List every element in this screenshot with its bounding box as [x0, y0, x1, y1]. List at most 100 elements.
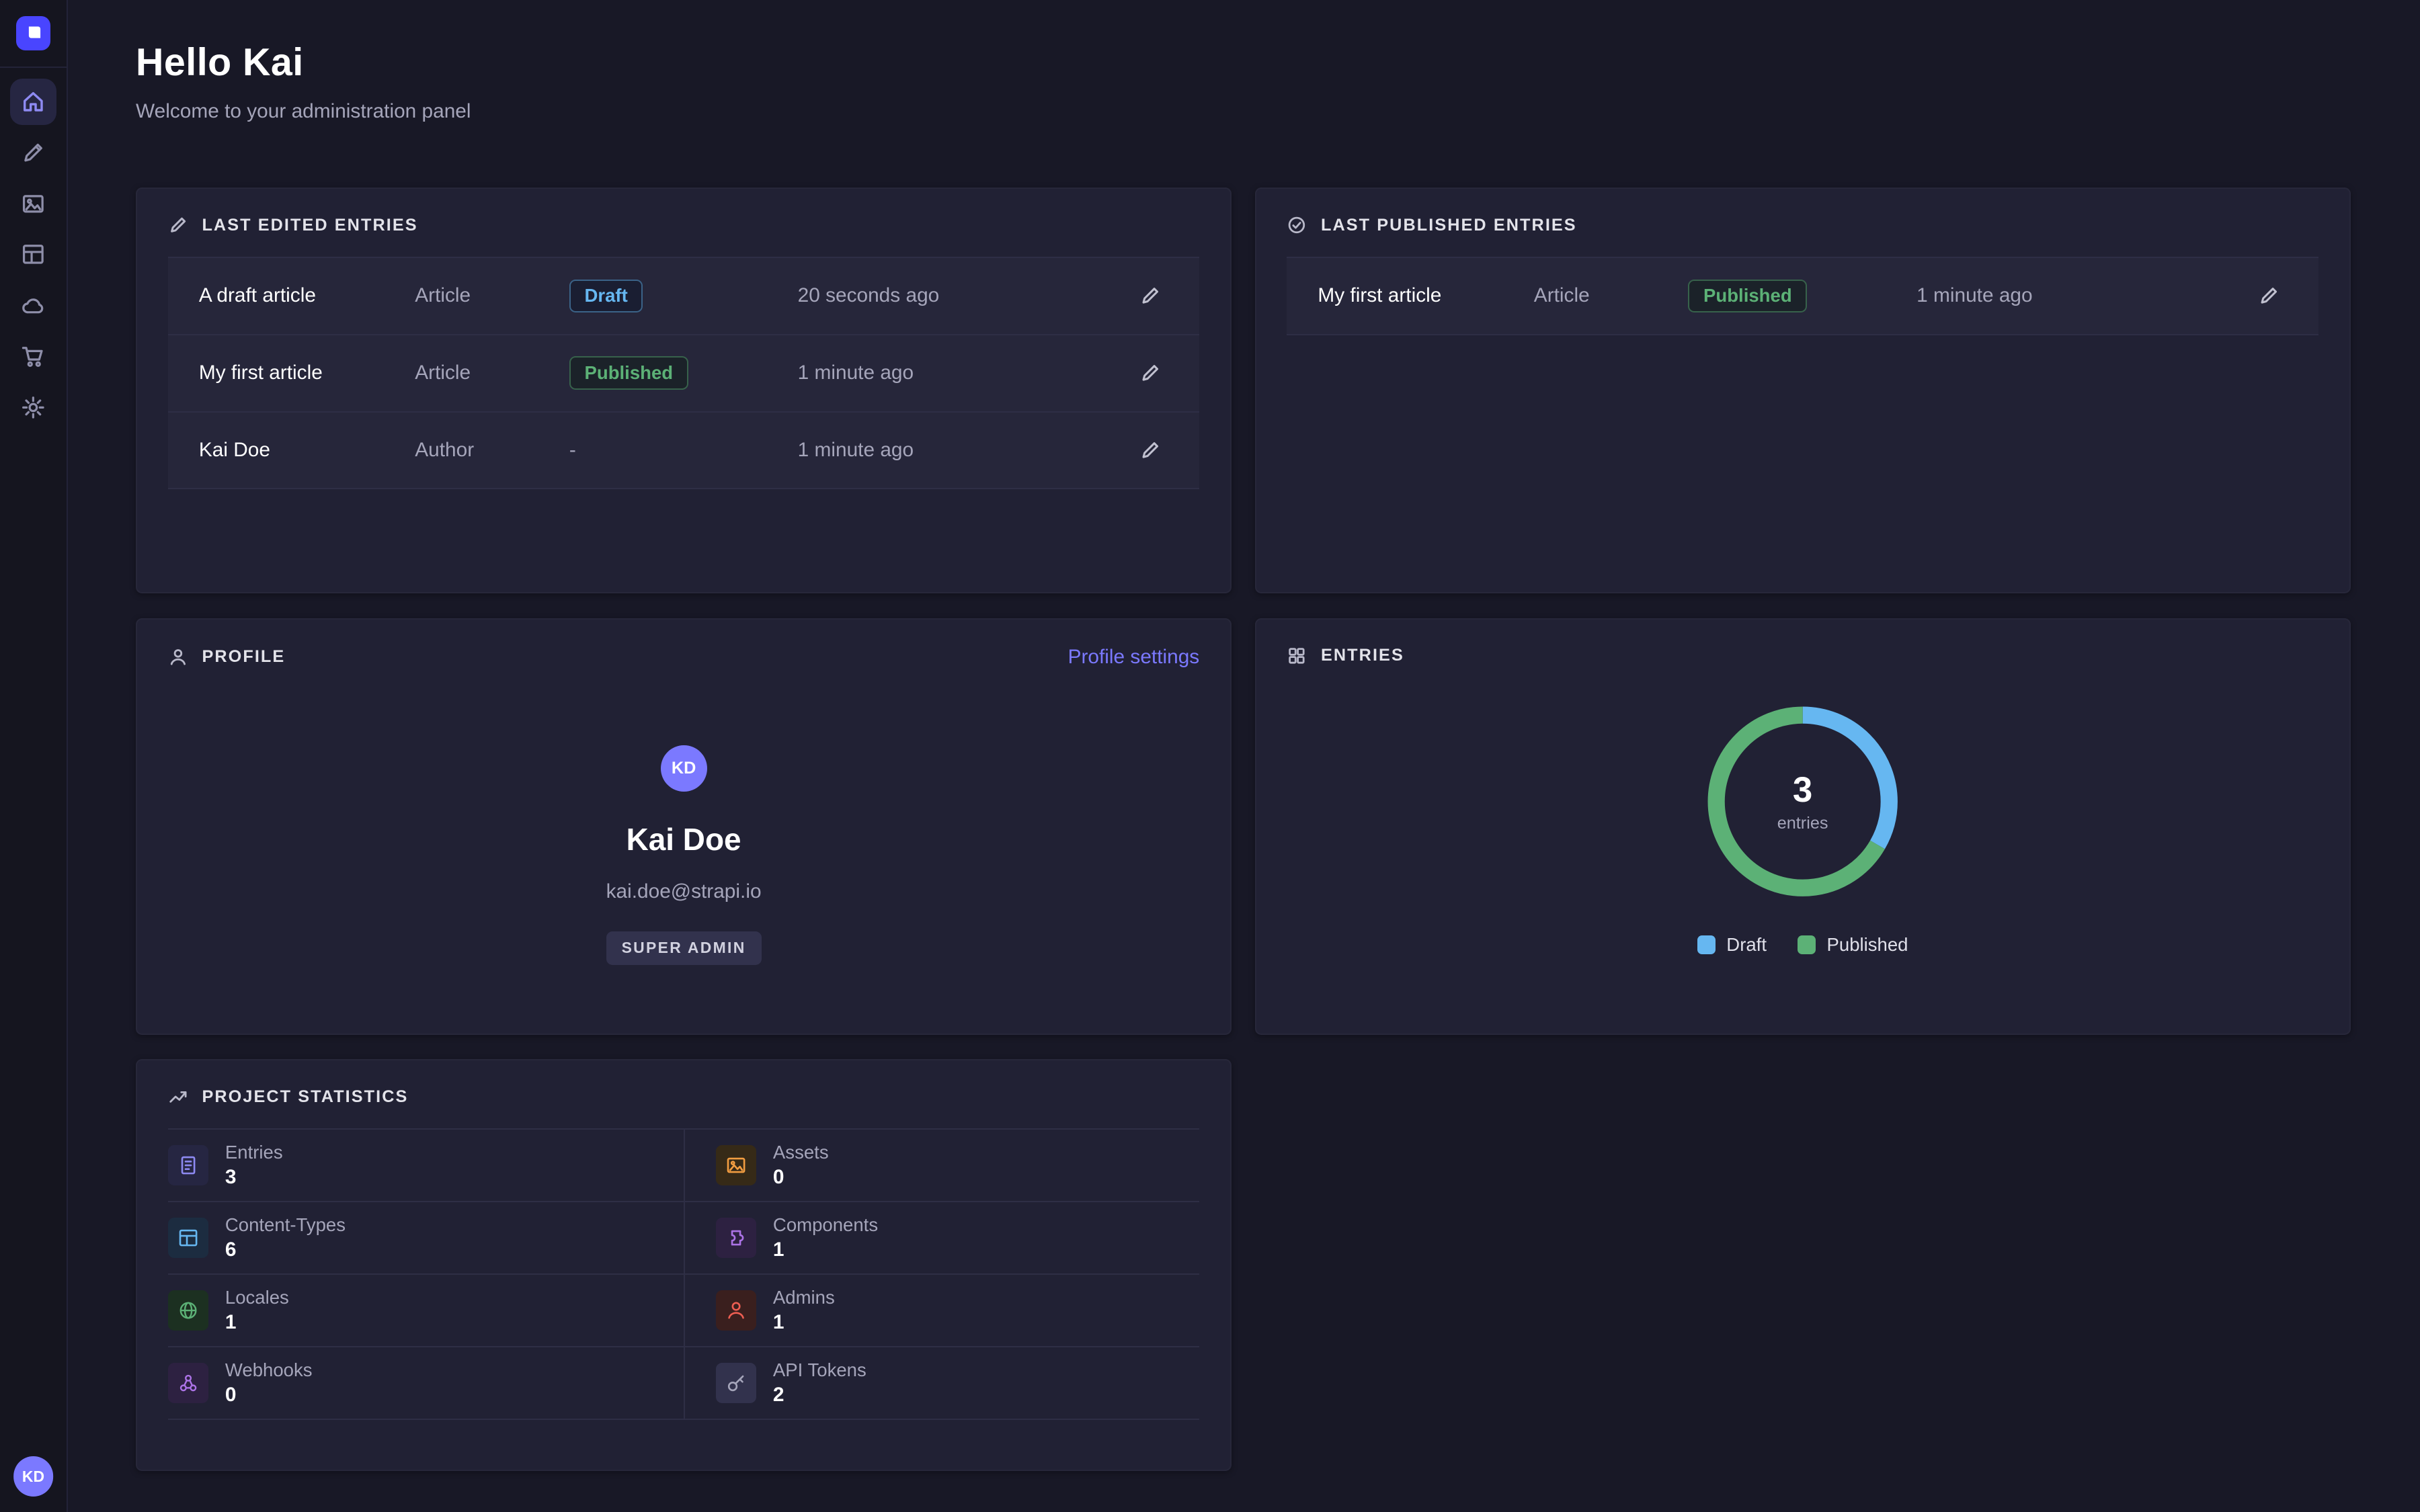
entries-donut-chart: 3 entries [1695, 694, 1910, 909]
grid-icon [1287, 646, 1307, 666]
stat-content-types: Content-Types6 [168, 1202, 684, 1275]
sidebar-item-cloud[interactable] [10, 282, 56, 329]
strapi-logo[interactable] [16, 16, 50, 50]
panel-last-edited-entries: LAST EDITED ENTRIES A draft article Arti… [136, 187, 1232, 593]
assets-icon [716, 1145, 756, 1185]
stat-label: Components [773, 1214, 878, 1236]
panel-title: LAST PUBLISHED ENTRIES [1321, 216, 1577, 235]
stat-entries: Entries3 [168, 1130, 684, 1202]
strapi-logo-icon [24, 24, 43, 43]
edit-entry-button[interactable] [1131, 278, 1168, 314]
entry-type: Article [1534, 284, 1689, 307]
statistics-grid: Entries3 Assets 0 Content-Types6 [168, 1128, 1199, 1420]
last-edited-table: A draft article Article Draft 20 seconds… [168, 257, 1199, 489]
entries-body: 3 entries Draft Published [1256, 681, 2349, 956]
webhooks-icon [168, 1363, 208, 1403]
stat-value: 1 [773, 1238, 878, 1261]
sidebar-item-content-manager[interactable] [10, 130, 56, 176]
entry-name: A draft article [199, 284, 415, 307]
panel-project-statistics: PROJECT STATISTICS Entries3 Assets 0 [136, 1059, 1232, 1471]
profile-avatar: KD [661, 745, 707, 792]
entry-type: Article [415, 284, 569, 307]
stat-webhooks: Webhooks0 [168, 1347, 684, 1420]
marketplace-cart-icon [21, 344, 46, 369]
stat-assets: Assets 0 [684, 1130, 1199, 1202]
api-tokens-key-icon [716, 1363, 756, 1403]
last-published-table: My first article Article Published 1 min… [1287, 257, 2318, 335]
cloud-icon [21, 293, 46, 318]
entry-type: Author [415, 439, 569, 462]
legend-label: Published [1827, 934, 1908, 956]
sidebar-item-media-library[interactable] [10, 181, 56, 227]
status-badge: Published [1688, 280, 1807, 313]
profile-body: KD Kai Doe kai.doe@strapi.io SUPER ADMIN [137, 684, 1230, 965]
strapi-admin-dashboard: KD Hello Kai Welcome to your administrat… [0, 0, 2420, 1512]
media-library-icon [21, 192, 46, 216]
sidebar-item-settings[interactable] [10, 384, 56, 431]
person-icon [168, 647, 188, 667]
panel-title: LAST EDITED ENTRIES [202, 216, 417, 235]
panel-header: LAST EDITED ENTRIES [137, 189, 1230, 251]
panel-profile: PROFILE Profile settings KD Kai Doe kai.… [136, 618, 1232, 1035]
panel-header: LAST PUBLISHED ENTRIES [1256, 189, 2349, 251]
table-row[interactable]: My first article Article Published 1 min… [1287, 258, 2318, 335]
entry-updated-time: 1 minute ago [1917, 284, 2241, 307]
profile-settings-link[interactable]: Profile settings [1068, 646, 1200, 669]
entry-type: Article [415, 362, 569, 384]
panel-title: PROFILE [202, 647, 285, 667]
profile-email: kai.doe@strapi.io [606, 880, 762, 903]
legend-label: Draft [1726, 934, 1767, 956]
pencil-icon [168, 215, 188, 235]
panel-title: ENTRIES [1321, 646, 1404, 665]
status-badge: Published [569, 356, 688, 390]
stat-label: Content-Types [225, 1214, 346, 1236]
trend-icon [168, 1087, 188, 1107]
status-badge: Draft [569, 280, 643, 313]
stat-label: Admins [773, 1287, 835, 1308]
profile-name: Kai Doe [627, 821, 741, 857]
panel-header: ENTRIES [1256, 620, 2349, 681]
entry-updated-time: 20 seconds ago [798, 284, 1123, 307]
sidebar-item-marketplace[interactable] [10, 333, 56, 380]
edit-entry-button[interactable] [2251, 278, 2288, 314]
panel-title: PROJECT STATISTICS [202, 1087, 408, 1107]
page-subtitle: Welcome to your administration panel [136, 100, 2351, 123]
entries-icon [168, 1145, 208, 1185]
edit-entry-button[interactable] [1131, 355, 1168, 392]
entry-name: My first article [1318, 284, 1533, 307]
entries-count: 3 [1793, 769, 1812, 810]
chart-legend: Draft Published [1697, 934, 1908, 956]
table-row[interactable]: My first article Article Published 1 min… [168, 335, 1199, 413]
empty-grid-cell [1255, 1059, 2351, 1471]
stat-locales: Locales 1 [168, 1275, 684, 1347]
stat-label: Assets [773, 1142, 829, 1163]
content-manager-icon [21, 140, 46, 165]
stat-value: 0 [225, 1384, 313, 1406]
main-content: Hello Kai Welcome to your administration… [68, 0, 2420, 1512]
edit-entry-button[interactable] [1131, 431, 1168, 468]
entry-name: My first article [199, 362, 415, 384]
stat-label: Locales [225, 1287, 289, 1308]
panel-header: PROFILE Profile settings [137, 620, 1230, 684]
stat-value: 1 [225, 1311, 289, 1334]
components-icon [716, 1218, 756, 1258]
table-row[interactable]: Kai Doe Author - 1 minute ago [168, 413, 1199, 490]
role-badge: SUPER ADMIN [606, 931, 762, 965]
page-title: Hello Kai [136, 40, 2351, 85]
content-types-icon [168, 1218, 208, 1258]
table-row[interactable]: A draft article Article Draft 20 seconds… [168, 258, 1199, 335]
entries-count-label: entries [1777, 814, 1828, 833]
legend-published: Published [1798, 934, 1908, 956]
sidebar-item-home[interactable] [10, 79, 56, 125]
published-color-swatch [1798, 935, 1816, 954]
logo-container [0, 0, 67, 68]
sidebar-item-content-type-builder[interactable] [10, 231, 56, 278]
locales-globe-icon [168, 1290, 208, 1331]
content-type-builder-icon [21, 242, 46, 267]
dashboard-grid: LAST EDITED ENTRIES A draft article Arti… [136, 187, 2351, 1471]
user-avatar[interactable]: KD [13, 1456, 54, 1497]
admins-person-icon [716, 1290, 756, 1331]
panel-last-published-entries: LAST PUBLISHED ENTRIES My first article … [1255, 187, 2351, 593]
stat-value: 0 [773, 1166, 829, 1189]
stat-api-tokens: API Tokens2 [684, 1347, 1199, 1420]
